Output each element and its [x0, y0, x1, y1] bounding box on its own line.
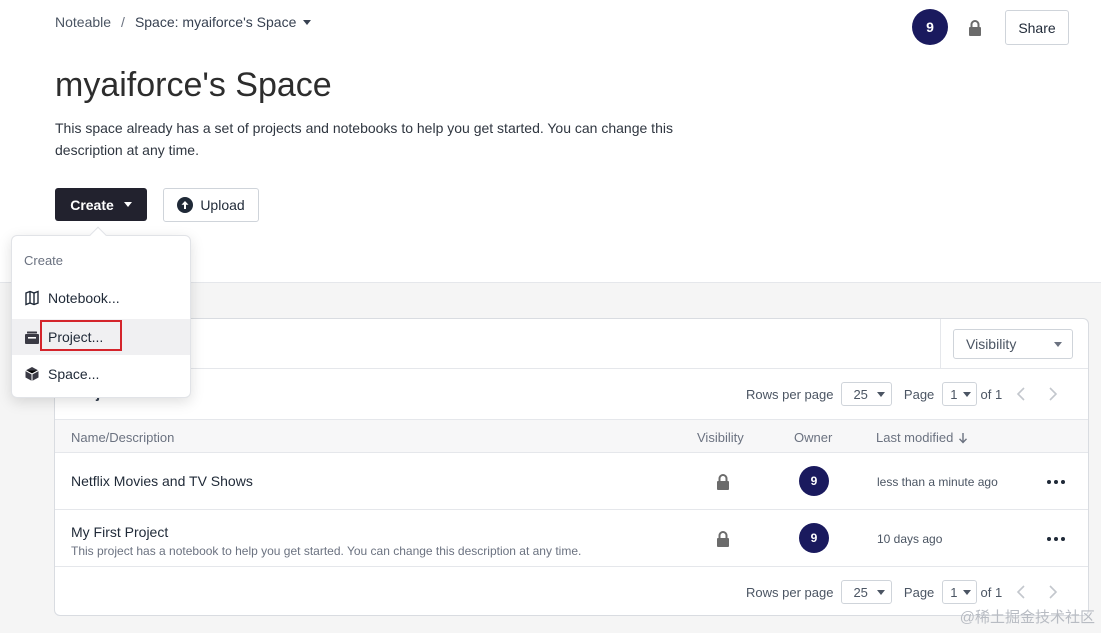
breadcrumb-space-dropdown[interactable]: Space: myaiforce's Space: [134, 14, 312, 30]
create-button-label: Create: [70, 196, 114, 213]
project-name[interactable]: My First Project: [71, 524, 168, 540]
column-header-visibility[interactable]: Visibility: [697, 430, 744, 445]
rows-per-page-select[interactable]: 25: [841, 580, 892, 604]
more-actions-icon[interactable]: [1047, 537, 1065, 541]
breadcrumb-space-label: Space: myaiforce's Space: [134, 14, 297, 30]
chevron-down-icon: [876, 589, 885, 595]
projects-panel: t Visibility Projects Rows per page 25 P…: [54, 318, 1089, 616]
rows-per-page-label: Rows per page: [746, 584, 834, 600]
highlight-box: [40, 320, 122, 351]
last-modified: less than a minute ago: [877, 475, 998, 489]
upload-icon: [177, 197, 194, 213]
share-button[interactable]: Share: [1005, 10, 1069, 45]
user-avatar[interactable]: 9: [912, 9, 948, 45]
upload-button-label: Upload: [200, 197, 245, 213]
chevron-down-icon: [303, 19, 312, 25]
lock-icon: [716, 474, 730, 495]
page-count: of 1: [980, 584, 1003, 600]
pagination-bottom: Rows per page 25 Page 1 of 1: [746, 580, 1060, 604]
page-label: Page: [903, 386, 935, 402]
notebook-icon: [25, 290, 39, 306]
chevron-down-icon: [962, 391, 971, 397]
page-value: 1: [950, 386, 958, 402]
page-label: Page: [903, 584, 935, 600]
chevron-left-icon[interactable]: [1014, 584, 1030, 600]
upload-button[interactable]: Upload: [163, 188, 259, 222]
project-description: This project has a notebook to help you …: [71, 544, 582, 558]
menu-item-notebook[interactable]: Notebook...: [12, 280, 190, 316]
last-modified: 10 days ago: [877, 532, 943, 546]
rows-per-page-select[interactable]: 25: [841, 382, 892, 406]
menu-item-label: Space...: [48, 366, 100, 382]
rows-per-page-value: 25: [853, 584, 868, 600]
visibility-select-label: Visibility: [966, 336, 1017, 352]
chevron-down-icon: [123, 202, 132, 207]
table-header: Name/Description Visibility Owner Last m…: [55, 419, 1088, 453]
project-name[interactable]: Netflix Movies and TV Shows: [71, 473, 253, 489]
menu-item-space[interactable]: Space...: [12, 356, 190, 392]
arrow-down-icon: [959, 433, 968, 444]
create-menu: Create Notebook... Project... Space...: [11, 226, 191, 398]
owner-avatar[interactable]: 9: [799, 466, 829, 496]
visibility-select[interactable]: Visibility: [953, 329, 1073, 359]
page-select[interactable]: 1: [942, 382, 977, 406]
divider: [940, 319, 941, 369]
chevron-right-icon[interactable]: [1044, 584, 1060, 600]
cube-icon: [25, 367, 39, 381]
lock-icon[interactable]: [968, 20, 982, 41]
page-count: of 1: [980, 386, 1003, 402]
table-row[interactable]: Netflix Movies and TV Shows 9 less than …: [55, 453, 1088, 510]
breadcrumb-root-link[interactable]: Noteable: [55, 14, 111, 30]
watermark: @稀土掘金技术社区: [959, 609, 1095, 626]
column-header-last-modified-label: Last modified: [876, 430, 954, 445]
page-select[interactable]: 1: [942, 580, 977, 604]
column-header-name[interactable]: Name/Description: [71, 430, 174, 445]
chevron-down-icon: [876, 391, 885, 397]
menu-item-label: Notebook...: [48, 290, 120, 306]
table-row[interactable]: My First Project This project has a note…: [55, 510, 1088, 567]
create-button[interactable]: Create: [55, 188, 147, 221]
chevron-right-icon[interactable]: [1044, 386, 1060, 402]
rows-per-page-value: 25: [853, 386, 868, 402]
pagination-top: Rows per page 25 Page 1 of 1: [746, 382, 1060, 406]
rows-per-page-label: Rows per page: [746, 386, 834, 402]
page-title: myaiforce's Space: [55, 66, 332, 104]
column-header-owner[interactable]: Owner: [794, 430, 832, 445]
more-actions-icon[interactable]: [1047, 480, 1065, 484]
column-header-last-modified[interactable]: Last modified: [876, 430, 968, 445]
create-menu-header: Create: [24, 253, 64, 268]
owner-avatar[interactable]: 9: [799, 523, 829, 553]
chevron-down-icon: [1054, 342, 1062, 347]
project-icon: [25, 331, 39, 344]
chevron-down-icon: [962, 589, 971, 595]
page-value: 1: [950, 584, 958, 600]
breadcrumb-separator: /: [121, 14, 125, 30]
filter-bar: t Visibility: [55, 319, 1088, 369]
chevron-left-icon[interactable]: [1014, 386, 1030, 402]
space-description: This space already has a set of projects…: [55, 120, 673, 158]
breadcrumb: Noteable / Space: myaiforce's Space: [55, 14, 312, 30]
lock-icon: [716, 531, 730, 552]
